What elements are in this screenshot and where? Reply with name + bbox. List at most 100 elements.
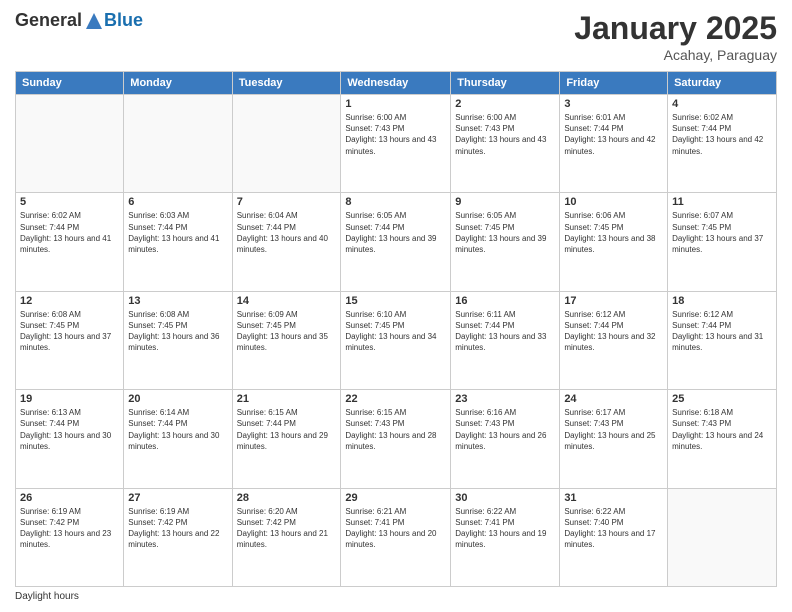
day-info: Sunrise: 6:09 AMSunset: 7:45 PMDaylight:…	[237, 309, 337, 354]
day-number: 8	[345, 196, 446, 208]
day-info: Sunrise: 6:08 AMSunset: 7:45 PMDaylight:…	[128, 309, 227, 354]
day-number: 4	[672, 98, 772, 110]
day-info: Sunrise: 6:11 AMSunset: 7:44 PMDaylight:…	[455, 309, 555, 354]
calendar-cell: 22 Sunrise: 6:15 AMSunset: 7:43 PMDayligh…	[341, 390, 451, 488]
calendar-cell: 4 Sunrise: 6:02 AMSunset: 7:44 PMDaylight…	[668, 95, 777, 193]
day-info: Sunrise: 6:14 AMSunset: 7:44 PMDaylight:…	[128, 407, 227, 452]
day-info: Sunrise: 6:06 AMSunset: 7:45 PMDaylight:…	[564, 210, 663, 255]
logo-general: General	[15, 10, 82, 31]
header: General Blue January 2025 Acahay, Paragu…	[15, 10, 777, 63]
day-info: Sunrise: 6:15 AMSunset: 7:44 PMDaylight:…	[237, 407, 337, 452]
day-number: 21	[237, 393, 337, 405]
day-info: Sunrise: 6:02 AMSunset: 7:44 PMDaylight:…	[672, 112, 772, 157]
calendar-day-header: Friday	[560, 72, 668, 95]
day-info: Sunrise: 6:02 AMSunset: 7:44 PMDaylight:…	[20, 210, 119, 255]
day-info: Sunrise: 6:01 AMSunset: 7:44 PMDaylight:…	[564, 112, 663, 157]
footer: Daylight hours	[15, 591, 777, 602]
day-info: Sunrise: 6:05 AMSunset: 7:44 PMDaylight:…	[345, 210, 446, 255]
calendar-cell: 5 Sunrise: 6:02 AMSunset: 7:44 PMDaylight…	[16, 193, 124, 291]
calendar-cell: 28Sunrise: 6:20 AMSunset: 7:42 PMDayligh…	[232, 488, 341, 586]
day-info: Sunrise: 6:17 AMSunset: 7:43 PMDaylight:…	[564, 407, 663, 452]
month-title: January 2025	[574, 10, 777, 47]
day-number: 16	[455, 295, 555, 307]
calendar-cell: 15 Sunrise: 6:10 AMSunset: 7:45 PMDayligh…	[341, 291, 451, 389]
day-number: 14	[237, 295, 337, 307]
calendar-cell: 13 Sunrise: 6:08 AMSunset: 7:45 PMDayligh…	[124, 291, 232, 389]
calendar-cell: 1 Sunrise: 6:00 AMSunset: 7:43 PMDaylight…	[341, 95, 451, 193]
day-info: Sunrise: 6:04 AMSunset: 7:44 PMDaylight:…	[237, 210, 337, 255]
day-number: 7	[237, 196, 337, 208]
day-info: Sunrise: 6:18 AMSunset: 7:43 PMDaylight:…	[672, 407, 772, 452]
calendar-cell: 25Sunrise: 6:18 AMSunset: 7:43 PMDayligh…	[668, 390, 777, 488]
day-number: 9	[455, 196, 555, 208]
calendar-cell: 27 Sunrise: 6:19 AMSunset: 7:42 PMDayligh…	[124, 488, 232, 586]
day-info: Sunrise: 6:19 AMSunset: 7:42 PMDaylight:…	[20, 506, 119, 551]
calendar-day-header: Saturday	[668, 72, 777, 95]
daylight-hours-label: Daylight hours	[15, 591, 79, 602]
calendar-cell: 11Sunrise: 6:07 AMSunset: 7:45 PMDayligh…	[668, 193, 777, 291]
day-number: 1	[345, 98, 446, 110]
calendar-cell	[232, 95, 341, 193]
calendar-cell: 3 Sunrise: 6:01 AMSunset: 7:44 PMDaylight…	[560, 95, 668, 193]
day-number: 2	[455, 98, 555, 110]
calendar-header-row: SundayMondayTuesdayWednesdayThursdayFrid…	[16, 72, 777, 95]
day-info: Sunrise: 6:03 AMSunset: 7:44 PMDaylight:…	[128, 210, 227, 255]
calendar-cell: 30 Sunrise: 6:22 AMSunset: 7:41 PMDayligh…	[451, 488, 560, 586]
day-info: Sunrise: 6:12 AMSunset: 7:44 PMDaylight:…	[564, 309, 663, 354]
calendar-cell: 18Sunrise: 6:12 AMSunset: 7:44 PMDayligh…	[668, 291, 777, 389]
calendar-day-header: Sunday	[16, 72, 124, 95]
calendar-cell: 21 Sunrise: 6:15 AMSunset: 7:44 PMDayligh…	[232, 390, 341, 488]
calendar-day-header: Tuesday	[232, 72, 341, 95]
calendar-cell: 26 Sunrise: 6:19 AMSunset: 7:42 PMDayligh…	[16, 488, 124, 586]
day-number: 26	[20, 492, 119, 504]
day-number: 17	[564, 295, 663, 307]
calendar-cell: 2 Sunrise: 6:00 AMSunset: 7:43 PMDaylight…	[451, 95, 560, 193]
day-info: Sunrise: 6:00 AMSunset: 7:43 PMDaylight:…	[345, 112, 446, 157]
day-number: 29	[345, 492, 446, 504]
calendar-cell: 31Sunrise: 6:22 AMSunset: 7:40 PMDayligh…	[560, 488, 668, 586]
day-number: 12	[20, 295, 119, 307]
day-number: 31	[564, 492, 663, 504]
calendar-cell: 24 Sunrise: 6:17 AMSunset: 7:43 PMDayligh…	[560, 390, 668, 488]
calendar-cell: 14 Sunrise: 6:09 AMSunset: 7:45 PMDayligh…	[232, 291, 341, 389]
location: Acahay, Paraguay	[574, 47, 777, 63]
day-info: Sunrise: 6:16 AMSunset: 7:43 PMDaylight:…	[455, 407, 555, 452]
day-info: Sunrise: 6:21 AMSunset: 7:41 PMDaylight:…	[345, 506, 446, 551]
calendar-week-row: 26 Sunrise: 6:19 AMSunset: 7:42 PMDayligh…	[16, 488, 777, 586]
calendar-cell: 19 Sunrise: 6:13 AMSunset: 7:44 PMDayligh…	[16, 390, 124, 488]
calendar-cell: 10 Sunrise: 6:06 AMSunset: 7:45 PMDayligh…	[560, 193, 668, 291]
day-number: 3	[564, 98, 663, 110]
day-info: Sunrise: 6:05 AMSunset: 7:45 PMDaylight:…	[455, 210, 555, 255]
day-number: 23	[455, 393, 555, 405]
calendar-week-row: 19 Sunrise: 6:13 AMSunset: 7:44 PMDayligh…	[16, 390, 777, 488]
day-number: 27	[128, 492, 227, 504]
day-info: Sunrise: 6:20 AMSunset: 7:42 PMDaylight:…	[237, 506, 337, 551]
day-number: 24	[564, 393, 663, 405]
calendar-cell: 17 Sunrise: 6:12 AMSunset: 7:44 PMDayligh…	[560, 291, 668, 389]
logo: General Blue	[15, 10, 143, 31]
calendar-week-row: 1 Sunrise: 6:00 AMSunset: 7:43 PMDaylight…	[16, 95, 777, 193]
calendar-cell: 12 Sunrise: 6:08 AMSunset: 7:45 PMDayligh…	[16, 291, 124, 389]
day-number: 5	[20, 196, 119, 208]
day-number: 19	[20, 393, 119, 405]
calendar-cell: 6Sunrise: 6:03 AMSunset: 7:44 PMDaylight…	[124, 193, 232, 291]
day-info: Sunrise: 6:00 AMSunset: 7:43 PMDaylight:…	[455, 112, 555, 157]
day-number: 30	[455, 492, 555, 504]
calendar-page: General Blue January 2025 Acahay, Paragu…	[0, 0, 792, 612]
day-number: 22	[345, 393, 446, 405]
day-info: Sunrise: 6:13 AMSunset: 7:44 PMDaylight:…	[20, 407, 119, 452]
day-number: 20	[128, 393, 227, 405]
calendar-cell	[124, 95, 232, 193]
day-number: 13	[128, 295, 227, 307]
calendar-day-header: Monday	[124, 72, 232, 95]
day-number: 10	[564, 196, 663, 208]
day-info: Sunrise: 6:19 AMSunset: 7:42 PMDaylight:…	[128, 506, 227, 551]
day-info: Sunrise: 6:08 AMSunset: 7:45 PMDaylight:…	[20, 309, 119, 354]
day-info: Sunrise: 6:22 AMSunset: 7:41 PMDaylight:…	[455, 506, 555, 551]
logo-blue: Blue	[104, 10, 143, 31]
day-info: Sunrise: 6:15 AMSunset: 7:43 PMDaylight:…	[345, 407, 446, 452]
day-number: 18	[672, 295, 772, 307]
day-info: Sunrise: 6:10 AMSunset: 7:45 PMDaylight:…	[345, 309, 446, 354]
calendar-cell: 8 Sunrise: 6:05 AMSunset: 7:44 PMDaylight…	[341, 193, 451, 291]
day-number: 15	[345, 295, 446, 307]
